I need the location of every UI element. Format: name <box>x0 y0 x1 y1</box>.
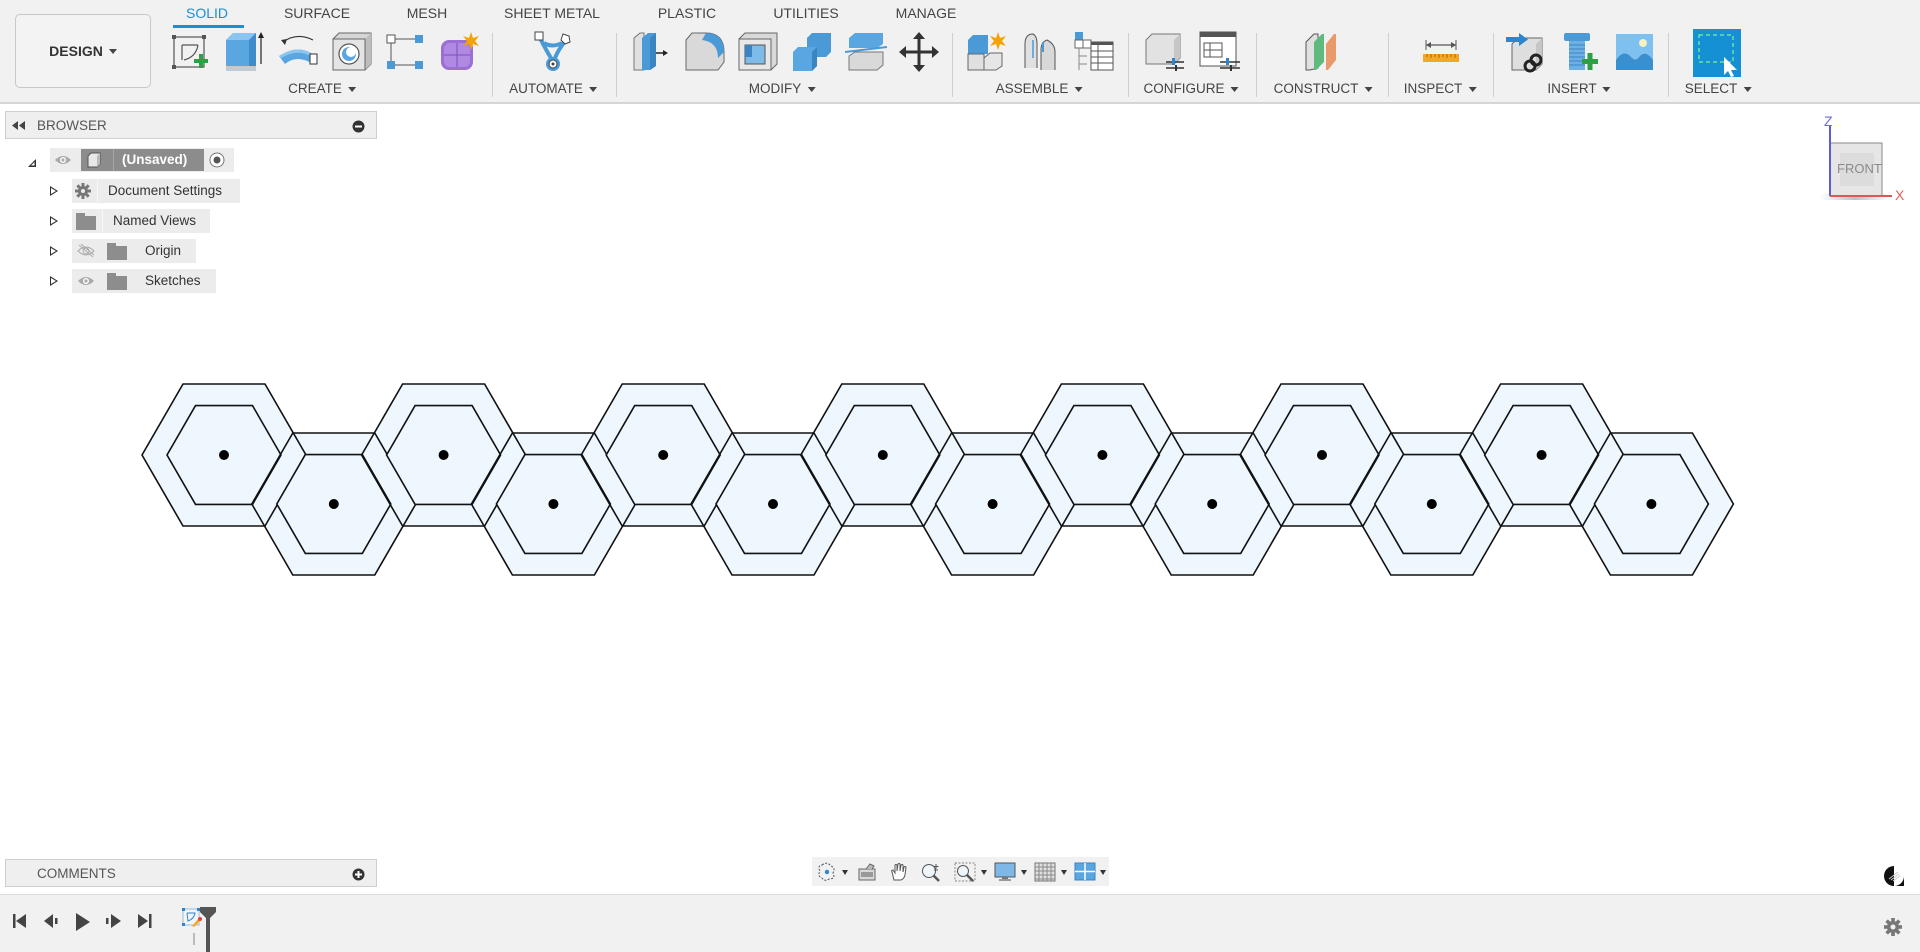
center-point[interactable] <box>1317 450 1327 460</box>
timeline <box>0 894 1920 952</box>
feature-marker <box>193 933 195 945</box>
step-forward-icon[interactable] <box>106 913 122 929</box>
center-point[interactable] <box>1426 499 1437 509</box>
grid-dropdown-icon[interactable] <box>1061 870 1067 875</box>
orbit-icon[interactable] <box>816 862 838 882</box>
step-back-icon[interactable] <box>44 913 60 929</box>
center-point[interactable] <box>658 450 669 460</box>
center-point[interactable] <box>1646 499 1657 509</box>
center-point[interactable] <box>987 499 998 509</box>
display-settings-icon[interactable] <box>994 862 1016 882</box>
add-comment-icon[interactable] <box>352 868 365 881</box>
zoom-dropdown-icon[interactable] <box>981 870 987 875</box>
center-point[interactable] <box>328 499 339 509</box>
comments-panel-header: COMMENTS <box>5 859 377 887</box>
go-to-end-icon[interactable] <box>138 913 152 929</box>
play-icon[interactable] <box>76 913 90 931</box>
timeline-settings-gear-icon[interactable] <box>1884 918 1902 936</box>
feedback-icon[interactable] <box>1884 866 1904 886</box>
navigation-bar <box>812 857 1109 886</box>
orbit-dropdown-icon[interactable] <box>842 870 848 875</box>
zoom-icon[interactable] <box>920 862 942 882</box>
display-dropdown-icon[interactable] <box>1021 870 1027 875</box>
viewports-icon[interactable] <box>1074 862 1096 882</box>
go-to-start-icon[interactable] <box>13 913 27 929</box>
center-point[interactable] <box>438 450 449 460</box>
center-point[interactable] <box>1097 450 1108 460</box>
fit-to-window-icon[interactable] <box>954 862 976 882</box>
pan-hand-icon[interactable] <box>888 862 910 882</box>
timeline-marker-handle[interactable] <box>199 907 217 952</box>
center-point[interactable] <box>1536 450 1547 460</box>
grid-icon[interactable] <box>1034 862 1056 882</box>
center-point[interactable] <box>1207 499 1218 509</box>
center-point[interactable] <box>877 450 888 460</box>
look-at-icon[interactable] <box>856 862 878 882</box>
center-point[interactable] <box>548 499 559 509</box>
comments-title: COMMENTS <box>37 866 116 881</box>
center-point[interactable] <box>219 450 229 460</box>
modeling-canvas[interactable] <box>0 0 1920 951</box>
center-point[interactable] <box>768 499 778 509</box>
viewports-dropdown-icon[interactable] <box>1100 870 1106 875</box>
